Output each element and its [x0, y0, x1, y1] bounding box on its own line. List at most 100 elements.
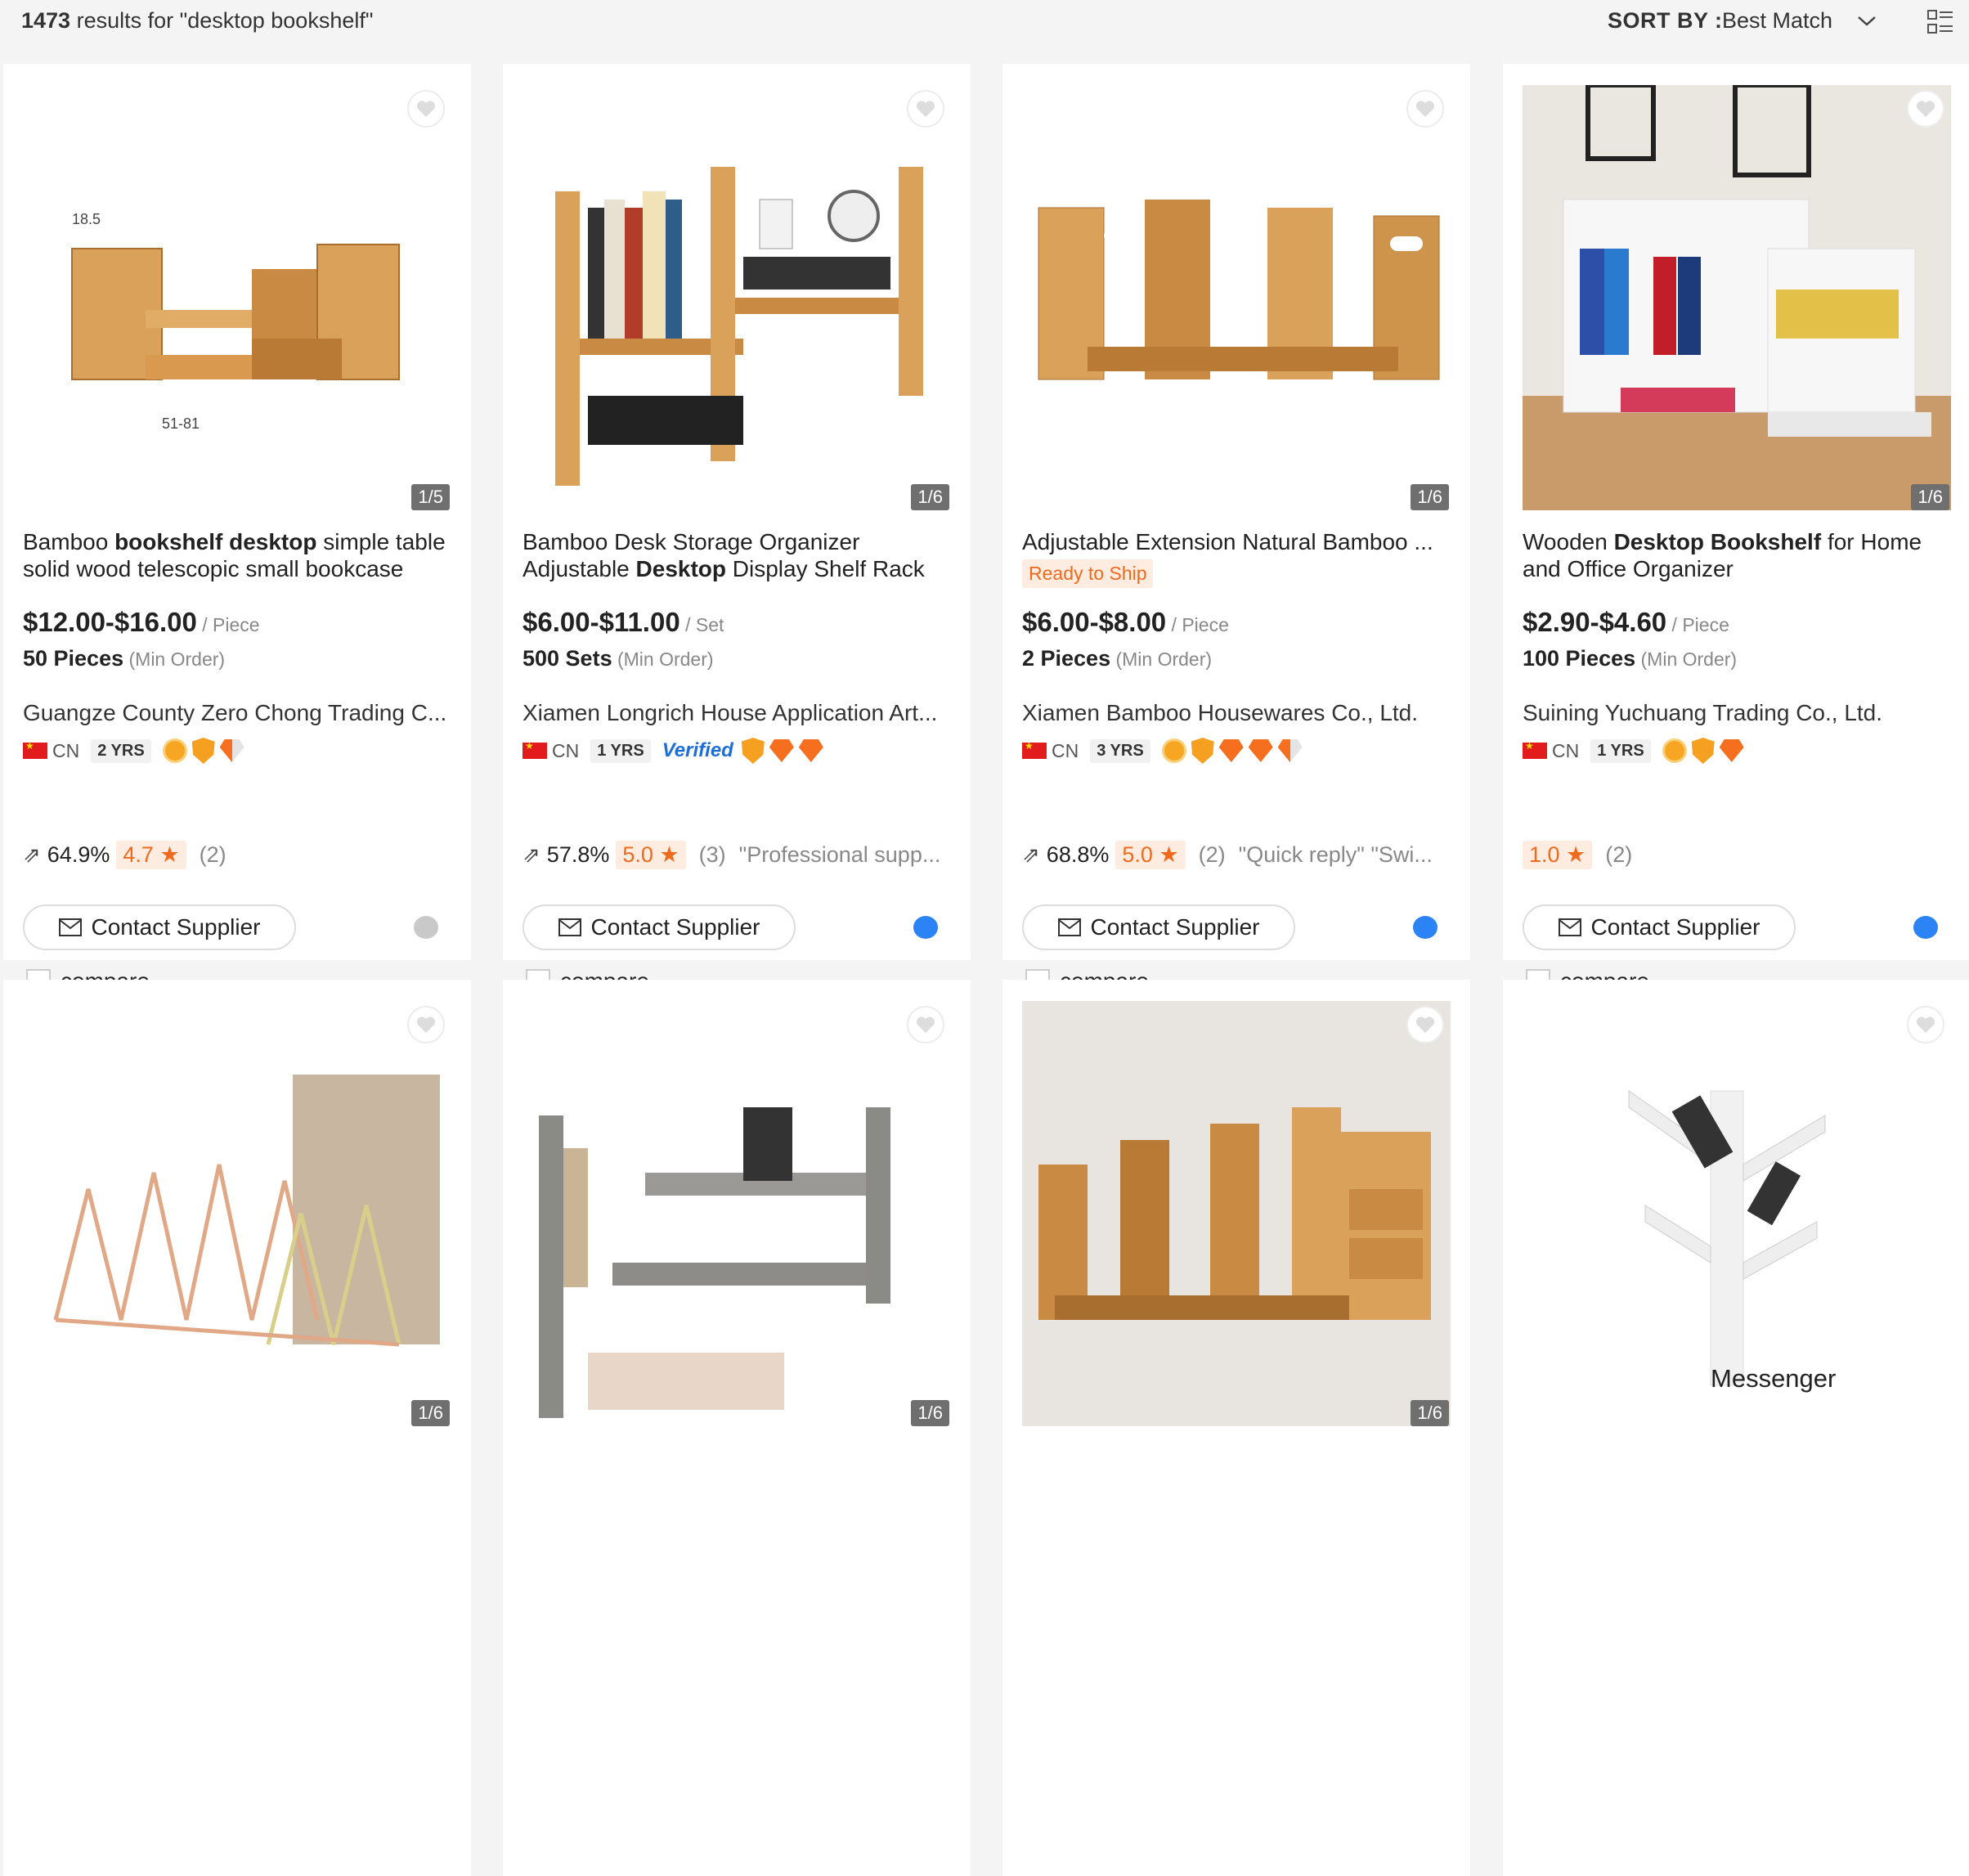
supplier-name[interactable]: Xiamen Longrich House Application Art...	[523, 700, 956, 726]
china-flag-icon	[523, 740, 547, 759]
product-title[interactable]: Bamboo bookshelf desktop simple table so…	[23, 528, 456, 582]
chevron-down-icon[interactable]	[1856, 11, 1877, 29]
sort-dropdown[interactable]: Best Match	[1722, 8, 1832, 34]
results-query: results for "desktop bookshelf"	[70, 8, 374, 33]
supplier-badges: CN 3 YRS	[1022, 736, 1303, 765]
country-code: CN	[552, 739, 580, 761]
diamond-icon	[1218, 739, 1244, 762]
favorite-heart-icon[interactable]	[1907, 1006, 1944, 1043]
supplier-name[interactable]: Xiamen Bamboo Housewares Co., Ltd.	[1022, 700, 1455, 726]
years-badge: 2 YRS	[91, 738, 151, 763]
favorite-heart-icon[interactable]	[1406, 90, 1444, 128]
review-count[interactable]: (2)	[1605, 842, 1632, 868]
review-count[interactable]: (2)	[200, 842, 227, 868]
product-card[interactable]: 1/6 Wooden Desktop Bookshelf for Home an…	[1503, 64, 1969, 999]
chat-icon[interactable]	[1913, 916, 1938, 939]
image-counter: 1/6	[911, 484, 949, 510]
chat-icon[interactable]	[414, 916, 438, 939]
diamond-icon	[1248, 739, 1273, 762]
years-badge: 1 YRS	[590, 738, 651, 763]
contact-supplier-button[interactable]: Contact Supplier	[1523, 904, 1796, 950]
review-count[interactable]: (3)	[699, 842, 726, 868]
product-card[interactable]: 1/6 Adjustable Extension Natural Bamboo …	[1002, 64, 1470, 999]
product-title[interactable]: Wooden Desktop Bookshelf for Home and Of…	[1523, 528, 1956, 582]
shield-icon	[191, 738, 215, 764]
envelope-icon	[1559, 918, 1582, 936]
product-card[interactable]: 18.5 51-81 1/5 Bamboo bookshelf desktop …	[3, 64, 471, 1013]
product-image[interactable]	[23, 1001, 451, 1426]
product-image[interactable]: 18.5 51-81	[23, 85, 451, 510]
favorite-heart-icon[interactable]	[907, 1006, 944, 1043]
supplier-name[interactable]: Guangze County Zero Chong Trading C...	[23, 700, 456, 726]
chat-icon[interactable]	[913, 916, 938, 939]
diamond-icon	[1277, 739, 1303, 762]
china-flag-icon	[1523, 740, 1547, 759]
supplier-stats: ⇗ 68.8% 5.0 ★ (2) "Quick reply" "Swi...	[1022, 841, 1464, 869]
contact-supplier-button[interactable]: Contact Supplier	[523, 904, 796, 950]
rating-badge: 5.0 ★	[1115, 841, 1186, 869]
product-price: $12.00-$16.00 / Piece	[23, 607, 260, 637]
supplier-name[interactable]: Suining Yuchuang Trading Co., Ltd.	[1523, 700, 1956, 726]
svg-text:51-81: 51-81	[162, 415, 200, 432]
supplier-badges: CN 1 YRS	[1523, 736, 1744, 765]
rating-badge: 1.0 ★	[1523, 841, 1593, 869]
favorite-heart-icon[interactable]	[1907, 90, 1944, 128]
ready-to-ship-badge: Ready to Ship	[1022, 559, 1154, 588]
product-image[interactable]	[523, 1001, 951, 1426]
list-view-icon[interactable]	[1926, 8, 1954, 36]
medal-icon	[162, 738, 187, 763]
medal-icon	[1662, 738, 1687, 763]
product-title[interactable]: Bamboo Desk Storage Organizer Adjustable…	[523, 528, 956, 582]
product-title[interactable]: Adjustable Extension Natural Bamboo ...	[1022, 528, 1455, 555]
product-card[interactable]	[1503, 980, 1969, 1876]
product-price: $6.00-$8.00 / Piece	[1022, 607, 1229, 637]
product-image[interactable]	[1022, 85, 1451, 510]
country-code: CN	[1052, 739, 1079, 761]
rating-badge: 5.0 ★	[616, 841, 686, 869]
image-counter: 1/6	[411, 1400, 450, 1426]
image-counter: 1/5	[411, 484, 450, 510]
reorder-rate: 57.8%	[546, 842, 610, 867]
review-count[interactable]: (2)	[1199, 842, 1226, 868]
shield-icon	[741, 738, 765, 764]
reorder-rate: 64.9%	[47, 842, 110, 867]
favorite-heart-icon[interactable]	[407, 1006, 445, 1043]
svg-text:18.5: 18.5	[72, 211, 101, 227]
product-card[interactable]: 1/6	[1002, 980, 1470, 1876]
diamond-icon	[798, 739, 823, 762]
favorite-heart-icon[interactable]	[907, 90, 944, 128]
product-image[interactable]	[1523, 85, 1951, 510]
supplier-stats: ⇗ 64.9% 4.7 ★ (2)	[23, 841, 464, 869]
product-image[interactable]	[1523, 1001, 1951, 1426]
product-image[interactable]	[1022, 1001, 1451, 1426]
product-card[interactable]: 1/6	[503, 980, 971, 1876]
reorder-arrow-icon: ⇗	[523, 842, 540, 867]
country-code: CN	[52, 739, 80, 761]
supplier-stats: ⇗ 57.8% 5.0 ★ (3) "Professional supp...	[523, 841, 964, 869]
product-card[interactable]: 1/6 Bamboo Desk Storage Organizer Adjust…	[503, 64, 971, 999]
product-price: $2.90-$4.60 / Piece	[1523, 607, 1729, 637]
diamond-icon	[769, 739, 794, 762]
envelope-icon	[558, 918, 582, 936]
review-quote: "Professional supp...	[738, 842, 941, 867]
contact-supplier-button[interactable]: Contact Supplier	[1022, 904, 1295, 950]
diamond-icon	[219, 739, 244, 762]
sort-by-label: SORT BY :	[1608, 8, 1723, 33]
envelope-icon	[1058, 918, 1082, 936]
chat-icon[interactable]	[1413, 916, 1438, 939]
product-image[interactable]	[523, 85, 951, 510]
image-counter: 1/6	[1911, 484, 1949, 510]
contact-supplier-button[interactable]: Contact Supplier	[23, 904, 296, 950]
messenger-label[interactable]: Messenger	[1711, 1364, 1836, 1394]
results-summary: 1473 results for "desktop bookshelf"	[21, 8, 373, 34]
image-counter: 1/6	[911, 1400, 949, 1426]
years-badge: 1 YRS	[1590, 738, 1651, 763]
favorite-heart-icon[interactable]	[1406, 1006, 1444, 1043]
reorder-arrow-icon: ⇗	[23, 842, 41, 867]
product-card[interactable]: 1/6	[3, 980, 471, 1876]
supplier-badges: CN 2 YRS	[23, 736, 244, 765]
favorite-heart-icon[interactable]	[407, 90, 445, 128]
supplier-stats: 1.0 ★ (2)	[1523, 841, 1964, 869]
product-price: $6.00-$11.00 / Set	[523, 607, 724, 637]
min-order: 2 Pieces (Min Order)	[1022, 646, 1213, 671]
